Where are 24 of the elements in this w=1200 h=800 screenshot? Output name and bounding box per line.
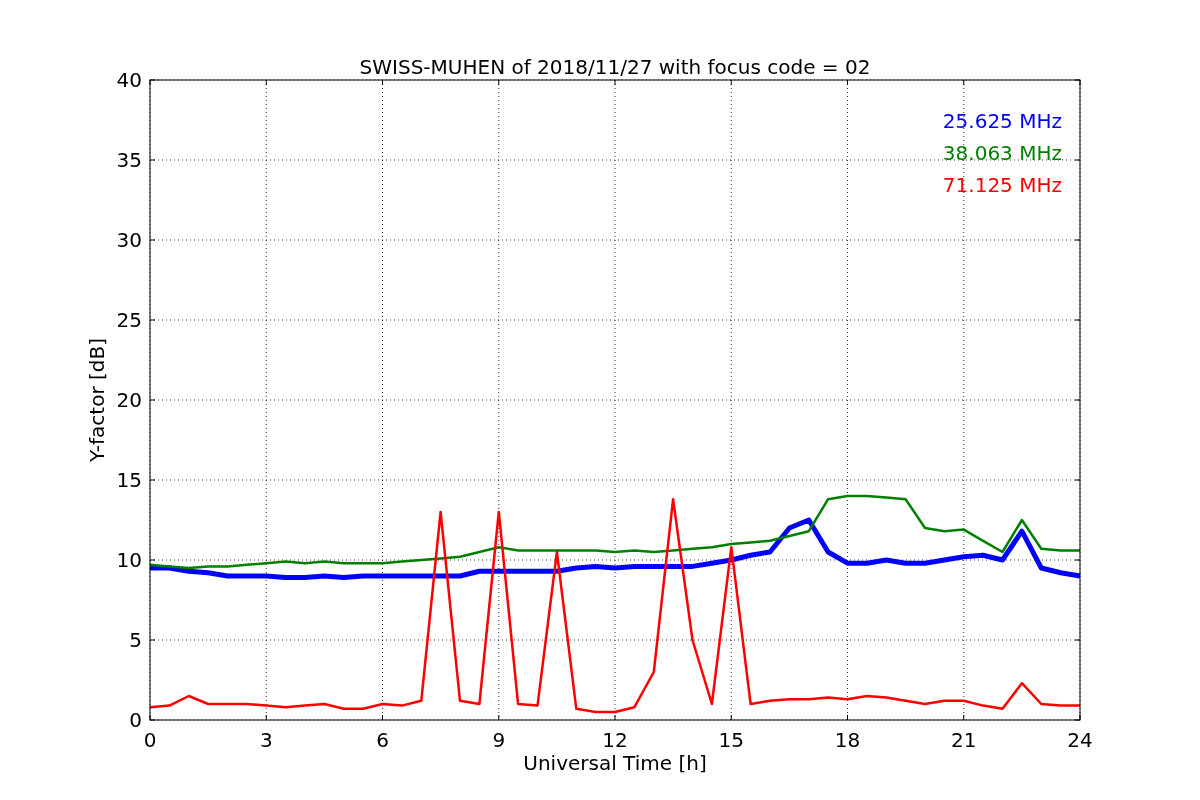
legend-label: 25.625 MHz (942, 109, 1062, 133)
tick-label: 15 (116, 468, 142, 492)
tick-label: 20 (116, 388, 142, 412)
chart-title: SWISS-MUHEN of 2018/11/27 with focus code = 02 (359, 55, 871, 79)
tick-label: 0 (143, 728, 157, 752)
legend-label: 38.063 MHz (942, 141, 1062, 165)
tick-label: 9 (492, 728, 506, 752)
tick-label: 3 (259, 728, 273, 752)
tick-label: 40 (116, 68, 142, 92)
tick-label: 12 (602, 728, 628, 752)
tick-label: 15 (718, 728, 744, 752)
tick-label: 30 (116, 228, 142, 252)
tick-label: 18 (834, 728, 861, 752)
tick-label: 6 (376, 728, 389, 752)
tick-label: 24 (1067, 728, 1093, 752)
y-axis-label: Y-factor [dB] (85, 338, 109, 462)
tick-label: 5 (129, 628, 142, 652)
tick-label: 25 (116, 308, 142, 332)
tick-label: 10 (116, 548, 142, 572)
tick-label: 35 (116, 148, 142, 172)
legend-label: 71.125 MHz (942, 173, 1062, 197)
tick-label: 0 (129, 708, 142, 732)
tick-label: 21 (951, 728, 977, 752)
x-axis-label: Universal Time [h] (523, 751, 707, 775)
